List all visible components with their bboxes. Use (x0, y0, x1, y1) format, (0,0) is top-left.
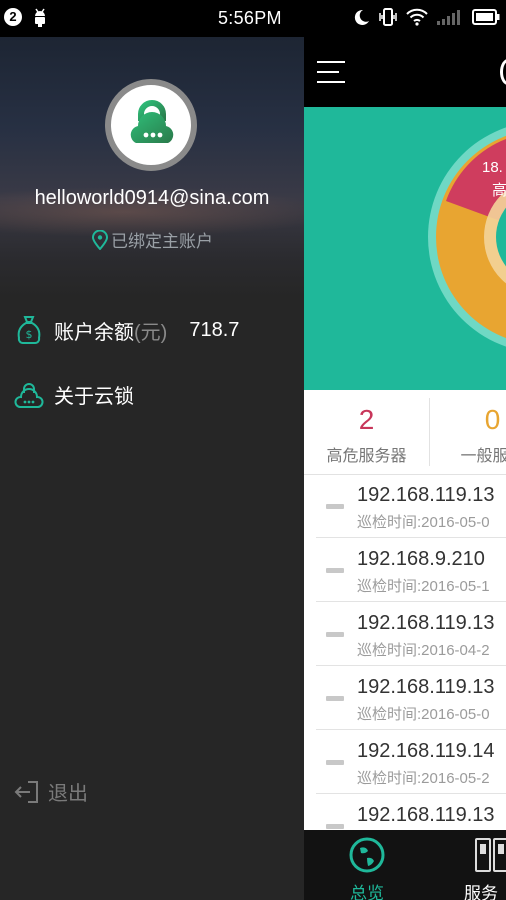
inspection-time: 巡检时间:2016-05-0 (357, 706, 490, 723)
chart-value-label: 18. (482, 159, 503, 176)
server-row[interactable]: 192.168.119.14 巡检时间:2016-05-2 (316, 730, 506, 794)
stat-normal[interactable]: 0 一般服务 (430, 390, 506, 474)
logout-button[interactable]: 退出 (14, 777, 88, 806)
tab-servers[interactable]: 服务 (442, 836, 506, 900)
svg-text:$: $ (26, 328, 33, 341)
status-dash-icon (326, 632, 344, 637)
money-bag-icon: $ (14, 315, 44, 345)
avatar[interactable] (105, 79, 197, 171)
bound-status: 已绑定主账户 (0, 227, 304, 252)
status-dash-icon (326, 504, 344, 509)
moon-icon (352, 8, 370, 31)
stat-high-risk[interactable]: 2 高危服务器 (304, 390, 429, 474)
main-content: 18. 高 2 高危服务器 0 一般服务 192.168.119.13 巡检时间:… (304, 37, 506, 900)
status-dash-icon (326, 568, 344, 573)
battery-icon (472, 8, 500, 31)
about-item[interactable]: 关于云锁 (14, 380, 134, 409)
risk-donut-chart (428, 127, 506, 347)
notification-count-badge: 2 (4, 8, 22, 26)
server-ip: 192.168.119.14 (357, 740, 495, 762)
balance-unit: (元) (134, 321, 168, 344)
topbar-edge-icon (500, 59, 506, 85)
server-row[interactable]: 192.168.9.210 巡检时间:2016-05-1 (316, 538, 506, 602)
hamburger-icon[interactable] (317, 59, 347, 90)
status-bar: 2 5:56PM (0, 0, 506, 37)
signal-icon (436, 8, 464, 31)
location-pin-icon (91, 229, 109, 251)
logout-label: 退出 (48, 783, 88, 805)
server-row[interactable]: 192.168.119.13 巡检时间:2016-05-0 (316, 474, 506, 538)
status-dash-icon (326, 696, 344, 701)
tab-overview[interactable]: 总览 (312, 836, 422, 900)
bound-status-label: 已绑定主账户 (111, 232, 213, 251)
cloud-lock-outline-icon (14, 381, 44, 409)
android-icon (32, 8, 48, 33)
overview-chart-panel: 18. 高 (304, 107, 506, 390)
globe-icon (349, 837, 385, 873)
account-email: helloworld0914@sina.com (34, 187, 270, 209)
stat-high-risk-label: 高危服务器 (326, 448, 407, 465)
inspection-time: 巡检时间:2016-05-0 (357, 514, 490, 531)
stats-bar: 2 高危服务器 0 一般服务 (304, 390, 506, 475)
server-row[interactable]: 192.168.119.13 巡检时间:2016-04-2 (316, 602, 506, 666)
server-ip: 192.168.119.13 (357, 804, 495, 826)
server-row[interactable]: 192.168.119.13 巡检时间:2016-05-0 (316, 666, 506, 730)
inspection-time: 巡检时间:2016-05-1 (357, 578, 490, 595)
stat-normal-value: 0 (484, 404, 501, 435)
stat-normal-label: 一般服务 (460, 448, 506, 465)
about-label: 关于云锁 (54, 386, 134, 408)
chart-category-label: 高 (492, 182, 506, 199)
inspection-time: 巡检时间:2016-04-2 (357, 642, 490, 659)
balance-label: 账户余额 (54, 321, 134, 344)
server-ip: 192.168.119.13 (357, 612, 495, 634)
drawer-header: helloworld0914@sina.com 已绑定主账户 (0, 37, 304, 297)
server-ip: 192.168.119.13 (357, 676, 495, 698)
status-dash-icon (326, 824, 344, 829)
wifi-icon (406, 8, 428, 31)
server-ip: 192.168.119.13 (357, 484, 495, 506)
cloud-lock-icon (130, 100, 174, 143)
clock: 5:56PM (218, 8, 282, 28)
server-icon (475, 838, 506, 872)
tab-overview-label: 总览 (350, 884, 384, 900)
server-ip: 192.168.9.210 (357, 548, 485, 570)
navigation-drawer: helloworld0914@sina.com 已绑定主账户 $ 账户余额 (元)… (0, 37, 304, 900)
logout-icon (14, 780, 38, 803)
vibrate-icon (378, 7, 398, 32)
top-bar (304, 37, 506, 107)
stat-high-risk-value: 2 (358, 404, 375, 435)
server-list: 192.168.119.13 巡检时间:2016-05-0 192.168.9.2… (304, 474, 506, 858)
inspection-time: 巡检时间:2016-05-2 (357, 770, 490, 787)
status-dash-icon (326, 760, 344, 765)
balance-value: 718.7 (189, 318, 240, 341)
balance-item[interactable]: $ 账户余额 (元) 718.7 (14, 315, 239, 345)
bottom-nav: 总览 服务 (304, 830, 506, 900)
tab-servers-label: 服务 (464, 884, 498, 900)
